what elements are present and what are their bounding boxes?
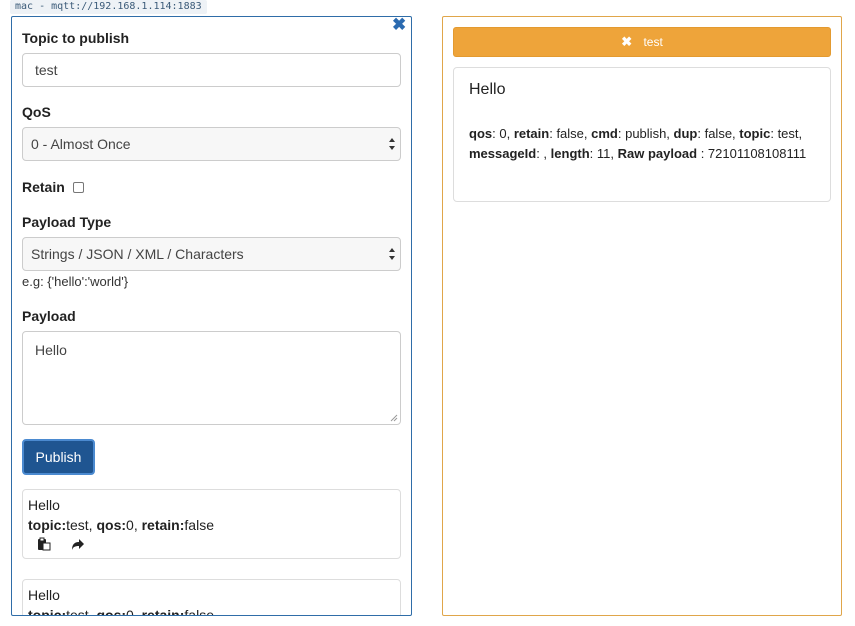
retain-label: Retain (22, 179, 65, 195)
topic-input[interactable]: test (22, 53, 401, 87)
resize-grip-icon[interactable] (390, 414, 398, 422)
payload-label: Payload (22, 308, 76, 324)
forward-icon[interactable] (71, 537, 85, 551)
payload-type-label: Payload Type (22, 214, 112, 230)
payload-textarea[interactable]: Hello (22, 331, 401, 425)
published-meta: topic:test, qos:0, retain:false (28, 517, 214, 533)
close-icon[interactable]: ✖ (392, 17, 406, 33)
publish-button[interactable]: Publish (22, 439, 95, 475)
received-meta: qos: 0, retain: false, cmd: publish, dup… (469, 126, 807, 161)
select-arrows-icon (389, 138, 395, 150)
payload-type-selected-value: Strings / JSON / XML / Characters (31, 246, 244, 262)
qos-select[interactable]: 0 - Almost Once (22, 127, 401, 161)
published-payload: Hello (28, 587, 60, 603)
connection-label: mac - mqtt://192.168.1.114:1883 (10, 0, 207, 14)
qos-selected-value: 0 - Almost Once (31, 136, 131, 152)
published-payload: Hello (28, 497, 60, 513)
qos-label: QoS (22, 104, 51, 120)
published-meta: topic:test, qos:0, retain:false (28, 607, 214, 616)
topic-label: Topic to publish (22, 30, 130, 46)
subscription-panel: ✖ test Hello qos: 0, retain: false, cmd:… (442, 16, 842, 616)
publish-panel: ✖ Topic to publish test QoS 0 - Almost O… (11, 16, 412, 616)
payload-text: Hello (35, 342, 67, 358)
published-message-card: Hello topic:test, qos:0, retain:false (22, 489, 401, 559)
received-payload: Hello (469, 81, 506, 98)
payload-hint: e.g: {'hello':'world'} (22, 274, 129, 289)
published-message-card: Hello topic:test, qos:0, retain:false (22, 579, 401, 616)
paste-icon[interactable] (37, 537, 51, 551)
topic-bar-label: test (643, 35, 663, 49)
received-message: Hello qos: 0, retain: false, cmd: publis… (453, 67, 831, 202)
select-arrows-icon (389, 248, 395, 260)
close-icon[interactable]: ✖ (621, 34, 632, 49)
payload-type-select[interactable]: Strings / JSON / XML / Characters (22, 237, 401, 271)
topic-bar[interactable]: ✖ test (453, 27, 831, 57)
retain-checkbox[interactable] (73, 182, 84, 193)
